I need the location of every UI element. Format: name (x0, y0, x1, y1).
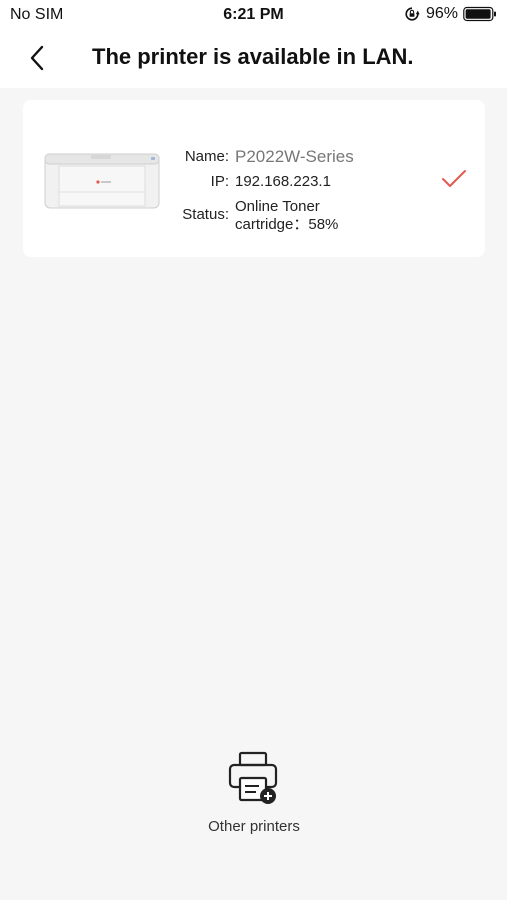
battery-icon (463, 6, 496, 22)
printer-image (44, 153, 160, 209)
page-title: The printer is available in LAN. (92, 44, 414, 69)
printer-status: Online Toner cartridge：58% (235, 198, 339, 233)
check-icon (442, 170, 466, 187)
other-printers-label: Other printers (208, 818, 300, 835)
printer-ip: 192.168.223.1 (235, 173, 331, 190)
navigation-bar: The printer is available in LAN. (0, 30, 507, 88)
printer-card[interactable]: Name: IP: Status: P2022W-Series 192.168.… (23, 100, 485, 257)
printer-name: P2022W-Series (235, 147, 354, 166)
status-label: Status: (182, 206, 229, 223)
battery-percentage: 96% (425, 5, 458, 22)
ip-label: IP: (210, 173, 229, 190)
other-printers-button[interactable]: Other printers (170, 748, 338, 840)
add-printer-icon (228, 751, 278, 804)
rotation-lock-icon (405, 7, 420, 21)
status-bar: No SIM 6:21 PM 96% (0, 0, 507, 30)
name-label: Name: (184, 148, 229, 165)
back-button[interactable] (24, 42, 52, 74)
printer-info-values: P2022W-Series 192.168.223.1 Online Toner… (235, 148, 405, 234)
printer-info-labels: Name: IP: Status: (182, 148, 229, 231)
status-indicators: 96% (404, 5, 497, 23)
